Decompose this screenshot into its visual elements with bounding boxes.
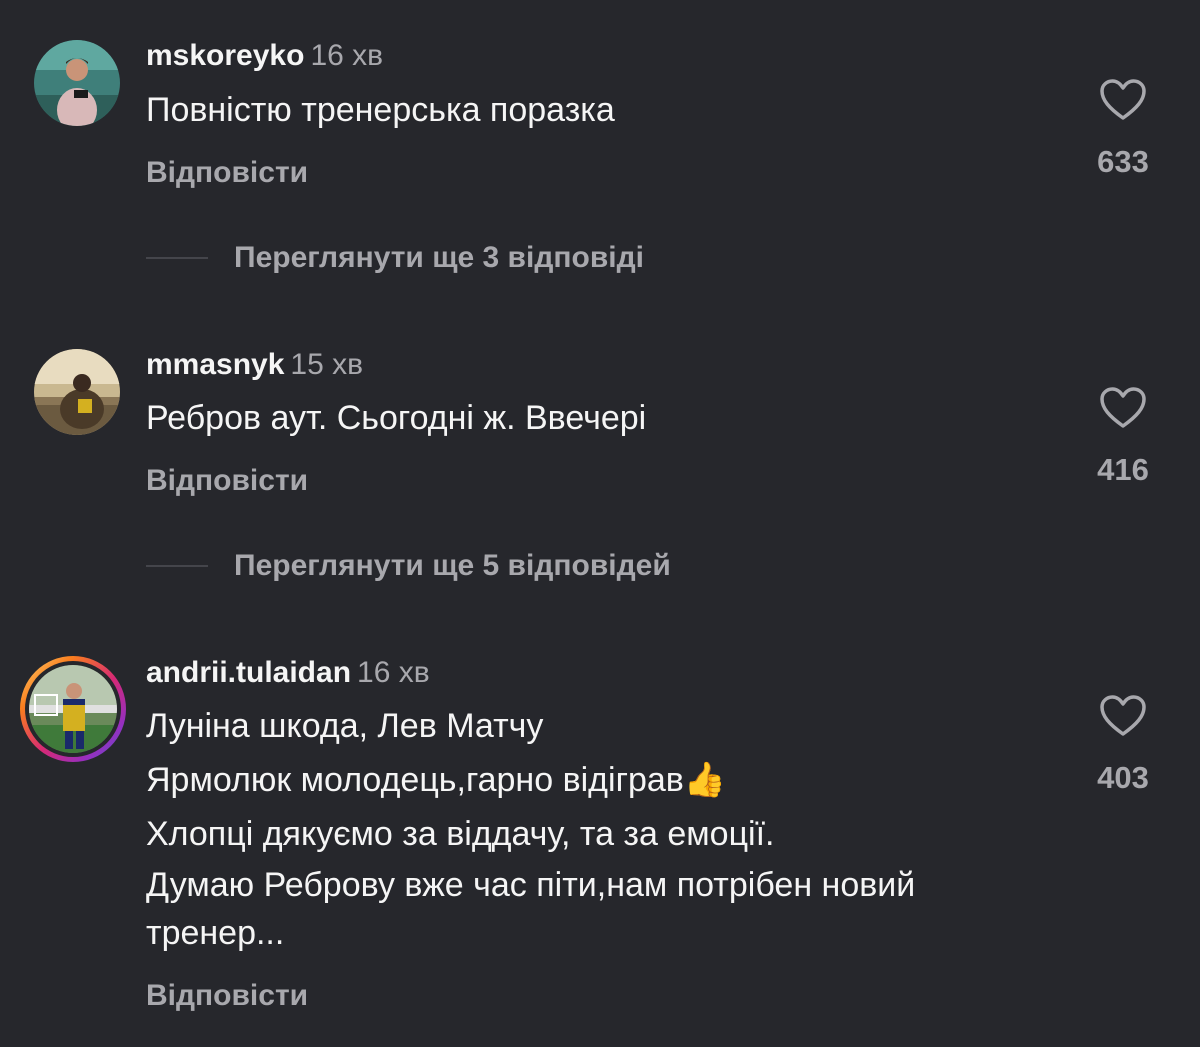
like-button[interactable]: 403 [1080, 694, 1166, 796]
avatar[interactable] [29, 665, 117, 753]
heart-icon[interactable] [1080, 78, 1166, 122]
avatar[interactable] [34, 40, 120, 126]
comment-text: Ребров аут. Сьогодні ж. Ввечері [146, 391, 1046, 445]
comment-text: Луніна шкода, Лев Матчу Ярмолюк молодець… [146, 699, 946, 957]
comment-time: 16 хв [357, 656, 430, 689]
reply-button[interactable]: Відповісти [146, 463, 308, 499]
heart-icon[interactable] [1080, 386, 1166, 430]
like-button[interactable]: 633 [1080, 78, 1166, 180]
view-replies-button[interactable]: Переглянути ще 5 відповідей [146, 546, 671, 586]
comment-line: Луніна шкода, Лев Матчу [146, 707, 544, 745]
comment-username[interactable]: mmasnyk [146, 348, 284, 381]
comment-line: Ярмолюк молодець,гарно відіграв [146, 761, 684, 799]
heart-icon[interactable] [1080, 694, 1166, 738]
comment-line: Хлопці дякуємо за віддачу, та за емоції. [146, 815, 775, 853]
avatar[interactable] [34, 349, 120, 435]
thumbs-up-icon: 👍 [683, 761, 727, 799]
comment-username[interactable]: mskoreyko [146, 39, 304, 72]
view-replies-label[interactable]: Переглянути ще 3 відповіді [234, 241, 644, 275]
comment-line: Думаю Реброву вже час піти,нам потрібен … [146, 866, 925, 952]
like-count: 416 [1097, 452, 1149, 487]
comment-username[interactable]: andrii.tulaidan [146, 656, 351, 689]
comment-line: Ребров аут. Сьогодні ж. Ввечері [146, 399, 647, 437]
view-replies-label[interactable]: Переглянути ще 5 відповідей [234, 549, 671, 583]
comment-line-with-emoji: Ярмолюк молодець,гарно відіграв👍 [146, 753, 946, 807]
divider [146, 257, 208, 259]
comment-text: Повністю тренерська поразка [146, 83, 1046, 137]
view-replies-button[interactable]: Переглянути ще 3 відповіді [146, 238, 644, 278]
comment-line: Повністю тренерська поразка [146, 91, 615, 129]
avatar-story-ring[interactable] [20, 656, 126, 762]
like-count: 633 [1097, 144, 1149, 179]
comment-time: 15 хв [290, 348, 364, 381]
reply-button[interactable]: Відповісти [146, 978, 308, 1014]
like-button[interactable]: 416 [1080, 386, 1166, 488]
like-count: 403 [1097, 760, 1149, 795]
comment-time: 16 хв [310, 39, 384, 72]
reply-button[interactable]: Відповісти [146, 155, 308, 191]
divider [146, 565, 208, 567]
